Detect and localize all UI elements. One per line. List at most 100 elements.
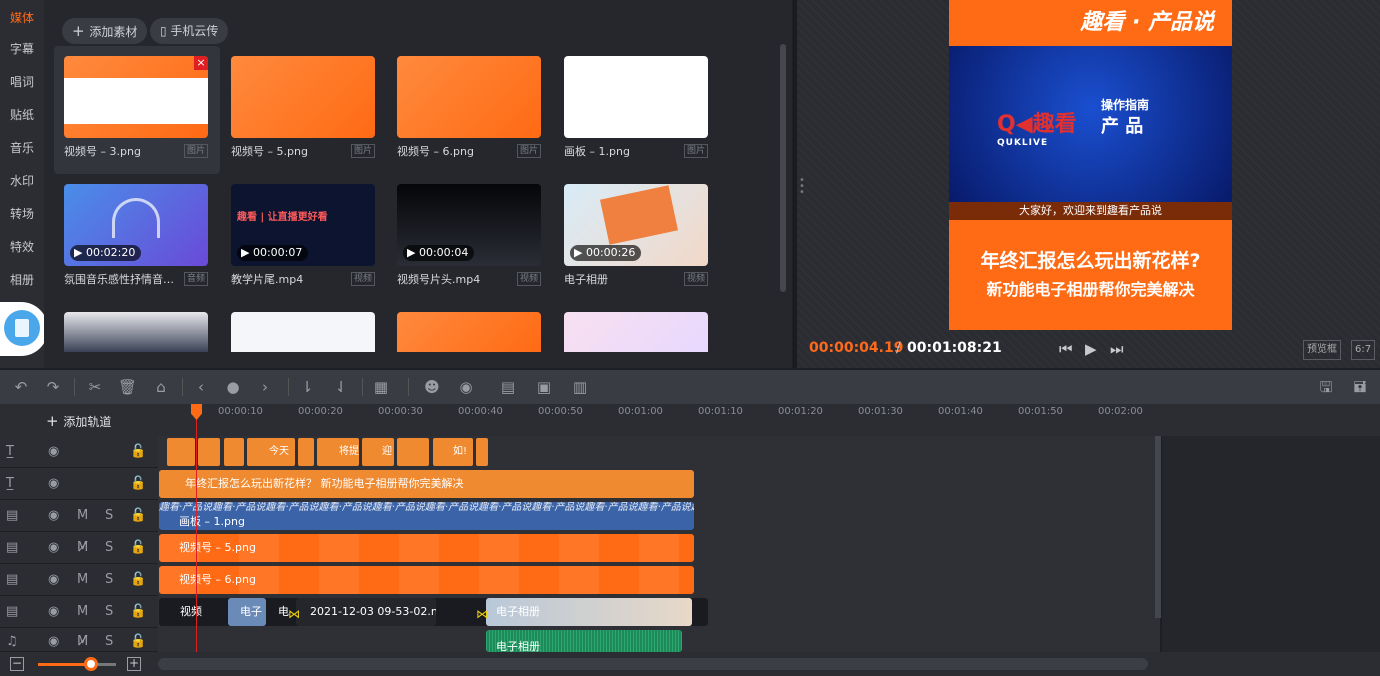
nav-lyrics[interactable]: 唱词	[0, 66, 44, 98]
media-card[interactable]: ▶ 00:00:26 电子相册 视频	[554, 174, 720, 302]
lock-icon[interactable]: 🔓	[130, 476, 146, 491]
image-clip-board[interactable]: 趣看·产品说趣看·产品说趣看·产品说趣看·产品说趣看·产品说趣看·产品说趣看·产…	[159, 502, 694, 530]
chevron-left-icon[interactable]: ‹	[192, 378, 210, 396]
scissors-icon[interactable]: ✂	[86, 378, 104, 396]
nav-transition[interactable]: 转场	[0, 198, 44, 230]
eye-icon[interactable]: ◉	[48, 508, 59, 523]
media-card-partial[interactable]	[231, 312, 375, 352]
mute-icon[interactable]: M̸	[77, 540, 88, 555]
mute-icon[interactable]: M̸	[77, 634, 88, 649]
nav-music[interactable]: 音乐	[0, 132, 44, 164]
lyric-clip[interactable]	[198, 438, 220, 466]
undo-icon[interactable]: ↶	[12, 378, 30, 396]
mute-icon[interactable]: M	[77, 572, 88, 587]
nav-media[interactable]: 媒体	[0, 2, 44, 34]
media-card[interactable]: ▶ 00:02:20 氛围音乐感性抒情音乐... 音频	[54, 174, 220, 302]
play-icon[interactable]: ▶	[1085, 340, 1097, 358]
add-track-button[interactable]: + 添加轨道	[46, 412, 111, 430]
lyric-clip[interactable]	[167, 438, 195, 466]
solo-icon[interactable]: S	[105, 604, 113, 619]
chat-bot-icon[interactable]: ◉	[456, 378, 476, 396]
media-card-partial[interactable]	[64, 312, 208, 352]
subtitle-clip[interactable]: 年终汇报怎么玩出新花样？ 新功能电子相册帮你完美解决	[159, 470, 694, 498]
eye-icon[interactable]: ◉	[48, 634, 59, 649]
audio-clip[interactable]: 电子相册	[486, 630, 682, 652]
solo-icon[interactable]: S	[105, 634, 113, 649]
solo-icon[interactable]: S	[105, 540, 113, 555]
save-icon[interactable]: 🖫	[1316, 378, 1336, 396]
lyric-clip[interactable]: 将提	[317, 438, 359, 466]
media-card[interactable]: × 视频号 – 3.png 图片	[54, 46, 220, 174]
lock-icon[interactable]: 🔓	[130, 572, 146, 587]
nav-effects[interactable]: 特效	[0, 231, 44, 263]
frame-icon[interactable]: ▥	[570, 378, 590, 396]
chevron-right-icon[interactable]: ›	[256, 378, 274, 396]
media-card-partial[interactable]	[564, 312, 708, 352]
lock-icon[interactable]: 🔓	[130, 634, 146, 649]
lyric-clip[interactable]	[298, 438, 314, 466]
video-clip[interactable]: 电子相册	[486, 598, 692, 626]
zoom-in-button[interactable]: +	[127, 657, 141, 671]
playhead[interactable]	[196, 404, 197, 652]
timeline-v-scrollbar[interactable]	[1155, 436, 1161, 618]
drag-handle-icon[interactable]: • • •	[799, 176, 805, 198]
nav-watermark[interactable]: 水印	[0, 165, 44, 197]
eye-icon[interactable]: ◉	[48, 604, 59, 619]
video-clip[interactable]: 2021-12-03 09-53-02.n	[296, 598, 436, 626]
media-card[interactable]: 趣看 | 让直播更好看 ▶ 00:00:07 教学片尾.mp4 视频	[221, 174, 387, 302]
media-scrollbar[interactable]	[780, 44, 786, 292]
eye-icon[interactable]: ◉	[48, 476, 59, 491]
brush-icon[interactable]: ⌂	[152, 378, 170, 396]
transition-icon[interactable]: ⋈	[288, 607, 300, 621]
video-clip[interactable]: 电子	[228, 598, 266, 626]
eye-icon[interactable]: ◉	[48, 444, 59, 459]
lock-icon[interactable]: 🔓	[130, 508, 146, 523]
lyric-clip[interactable]: 迎	[362, 438, 394, 466]
eye-icon[interactable]: ◉	[48, 540, 59, 555]
video-clip[interactable]: 视频	[166, 598, 206, 626]
lyric-clip[interactable]	[397, 438, 429, 466]
media-card[interactable]: 视频号 – 6.png 图片	[387, 46, 553, 174]
close-icon[interactable]: ×	[194, 56, 208, 70]
nav-sticker[interactable]: 贴纸	[0, 99, 44, 131]
lyric-clip[interactable]	[224, 438, 244, 466]
phone-upload-button[interactable]: ▯ 手机云传	[150, 18, 229, 44]
image-clip-6[interactable]: 视频号 – 6.png	[159, 566, 694, 594]
solo-icon[interactable]: S	[105, 508, 113, 523]
media-card[interactable]: 画板 – 1.png 图片	[554, 46, 720, 174]
preview-frame-button[interactable]: 预览框	[1303, 340, 1341, 360]
split-right-icon[interactable]: ⇃	[332, 378, 350, 396]
image-clip-5[interactable]: 视频号 – 5.png	[159, 534, 694, 562]
text-style-icon[interactable]: ▤	[498, 378, 518, 396]
zoom-slider-knob[interactable]	[84, 657, 98, 671]
lyric-clip[interactable]	[476, 438, 488, 466]
marker-icon[interactable]: ●	[224, 378, 242, 396]
zoom-out-button[interactable]: −	[10, 657, 24, 671]
lock-icon[interactable]: 🔓	[130, 444, 146, 459]
transition-icon[interactable]: ⋈	[476, 607, 488, 621]
media-card-partial[interactable]	[397, 312, 541, 352]
nav-subtitle[interactable]: 字幕	[0, 33, 44, 65]
solo-icon[interactable]: S	[105, 572, 113, 587]
media-card[interactable]: ▶ 00:00:04 视频号片头.mp4 视频	[387, 174, 553, 302]
mute-icon[interactable]: M	[77, 508, 88, 523]
lyric-clip[interactable]: 如!	[433, 438, 473, 466]
lock-icon[interactable]: 🔓	[130, 604, 146, 619]
timeline-h-scrollbar[interactable]	[158, 658, 1148, 670]
crop-icon[interactable]: ▣	[534, 378, 554, 396]
media-card[interactable]: 视频号 – 5.png 图片	[221, 46, 387, 174]
prev-frame-icon[interactable]: ⏮	[1059, 340, 1073, 358]
nav-album[interactable]: 相册	[0, 264, 44, 296]
face-icon[interactable]: ☻	[422, 378, 442, 396]
next-frame-icon[interactable]: ⏭	[1110, 340, 1124, 358]
mute-icon[interactable]: M	[77, 604, 88, 619]
lyric-clip[interactable]: 今天	[247, 438, 295, 466]
save-as-icon[interactable]: 🖬	[1350, 378, 1370, 396]
aspect-ratio-button[interactable]: 6:7	[1351, 340, 1376, 360]
eye-icon[interactable]: ◉	[48, 572, 59, 587]
trash-icon[interactable]: 🗑	[118, 378, 137, 396]
redo-icon[interactable]: ↷	[44, 378, 62, 396]
mosaic-icon[interactable]: ▦	[372, 378, 390, 396]
add-media-button[interactable]: + 添加素材	[62, 18, 148, 44]
lock-icon[interactable]: 🔓	[130, 540, 146, 555]
